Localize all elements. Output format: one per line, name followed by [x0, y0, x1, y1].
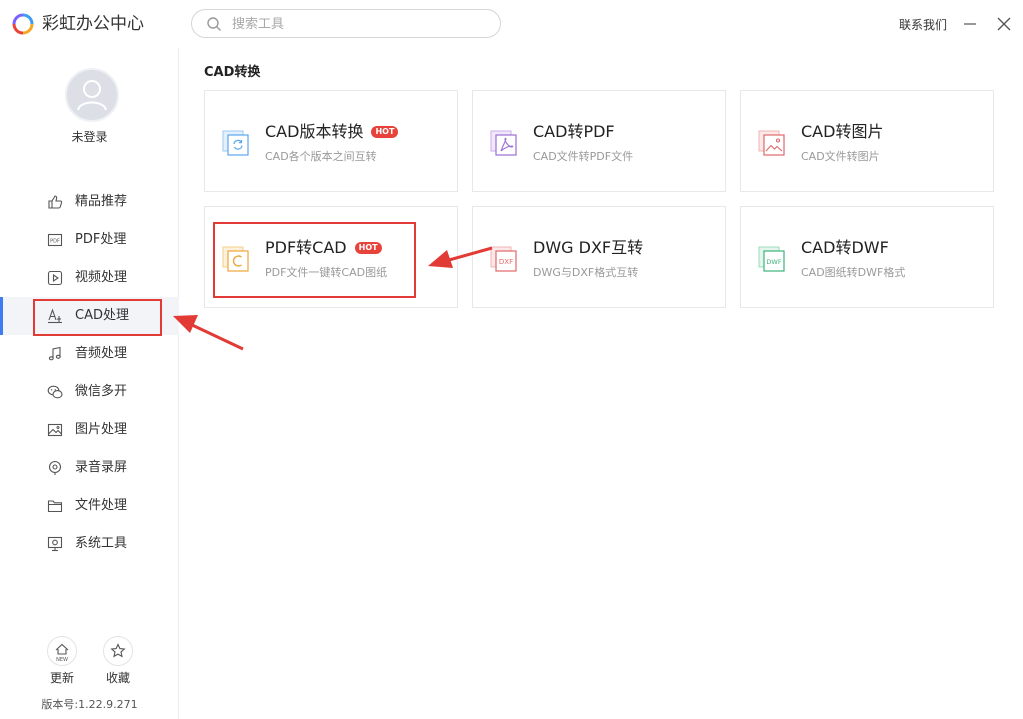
title-bar: 彩虹办公中心 联系我们	[0, 0, 1023, 48]
star-icon	[110, 643, 126, 658]
monitor-icon	[47, 536, 63, 552]
image-icon	[47, 423, 63, 437]
cad-version-convert-icon	[222, 130, 249, 156]
avatar[interactable]	[65, 68, 119, 122]
sidebar-item-file[interactable]: 文件处理	[0, 487, 179, 525]
card-desc: CAD文件转图片	[801, 150, 880, 163]
sidebar: 未登录 精品推荐 PDF PDF处理 视频处理 CAD处理 音频处理 微信多开 …	[0, 48, 179, 719]
folder-icon	[47, 500, 63, 513]
version-label: 版本号:1.22.9.271	[41, 698, 138, 711]
play-icon	[47, 270, 63, 286]
search-input[interactable]	[230, 13, 484, 36]
favorite-button[interactable]	[103, 636, 133, 666]
card-title: CAD版本转换 HOT	[265, 118, 399, 142]
card-title-text: CAD版本转换	[265, 122, 364, 141]
card-cad-version-convert[interactable]: CAD版本转换 HOT CAD各个版本之间互转	[204, 90, 458, 192]
pdf-icon: PDF	[47, 233, 63, 247]
card-desc: CAD各个版本之间互转	[265, 150, 377, 163]
sidebar-item-pdf[interactable]: PDF PDF处理	[0, 221, 179, 259]
sidebar-item-label: 精品推荐	[75, 194, 128, 209]
sidebar-item-label: 视频处理	[75, 270, 128, 285]
card-title: CAD转DWF	[801, 238, 889, 257]
card-dwg-dxf-convert[interactable]: DXF DWG DXF互转 DWG与DXF格式互转	[472, 206, 726, 308]
card-pdf-to-cad[interactable]: PDF转CAD HOT PDF文件一键转CAD图纸	[204, 206, 458, 308]
card-desc: CAD文件转PDF文件	[533, 150, 634, 163]
card-desc: DWG与DXF格式互转	[533, 266, 639, 279]
svg-text:PDF: PDF	[50, 239, 60, 245]
app-logo-icon	[12, 13, 34, 35]
sidebar-item-record[interactable]: 录音录屏	[0, 449, 179, 487]
sidebar-item-image[interactable]: 图片处理	[0, 411, 179, 449]
app-title: 彩虹办公中心	[42, 14, 144, 34]
sidebar-item-label: 系统工具	[75, 536, 128, 551]
sidebar-item-label: 录音录屏	[75, 460, 128, 475]
card-title: CAD转图片	[801, 122, 884, 141]
hot-badge: HOT	[354, 242, 382, 254]
sidebar-item-video[interactable]: 视频处理	[0, 259, 179, 297]
card-title: CAD转PDF	[533, 122, 615, 141]
card-cad-to-image[interactable]: CAD转图片 CAD文件转图片	[740, 90, 994, 192]
login-status: 未登录	[71, 130, 108, 144]
sidebar-item-label: 文件处理	[75, 498, 128, 513]
cad-to-dwf-icon: DWF	[758, 246, 785, 272]
minimize-icon[interactable]	[962, 14, 978, 34]
favorite-label: 收藏	[105, 671, 130, 685]
sidebar-item-system[interactable]: 系统工具	[0, 525, 179, 563]
card-desc: CAD图纸转DWF格式	[801, 266, 906, 279]
contact-us-link[interactable]: 联系我们	[899, 16, 947, 33]
sidebar-item-audio[interactable]: 音频处理	[0, 335, 179, 373]
card-cad-to-dwf[interactable]: DWF CAD转DWF CAD图纸转DWF格式	[740, 206, 994, 308]
hot-badge: HOT	[371, 126, 399, 138]
sidebar-item-label: PDF处理	[75, 232, 127, 247]
cad-to-image-icon	[758, 130, 785, 156]
sidebar-nav: 精品推荐 PDF PDF处理 视频处理 CAD处理 音频处理 微信多开 图片处理…	[0, 183, 179, 563]
sidebar-item-label: 微信多开	[75, 384, 128, 399]
sidebar-item-cad[interactable]: CAD处理	[0, 297, 179, 335]
music-note-icon	[48, 346, 61, 361]
card-cad-to-pdf[interactable]: CAD转PDF CAD文件转PDF文件	[472, 90, 726, 192]
sidebar-item-label: 音频处理	[75, 346, 128, 361]
search-box[interactable]	[191, 9, 501, 38]
update-label: 更新	[49, 671, 74, 685]
sidebar-item-label: CAD处理	[75, 308, 129, 323]
card-title: PDF转CAD HOT	[265, 234, 382, 258]
sidebar-item-wechat[interactable]: 微信多开	[0, 373, 179, 411]
close-icon[interactable]	[995, 15, 1013, 33]
wechat-icon	[47, 385, 63, 399]
sidebar-item-recommended[interactable]: 精品推荐	[0, 183, 179, 221]
card-title: DWG DXF互转	[533, 238, 644, 257]
dxf-icon-text: DXF	[499, 258, 513, 266]
section-title: CAD转换	[204, 65, 261, 80]
pdf-to-cad-icon	[222, 246, 249, 272]
annotation-arrow-sidebar	[173, 315, 244, 351]
dwg-dxf-icon: DXF	[490, 246, 517, 272]
update-button[interactable]: NEW	[47, 636, 77, 666]
user-icon	[77, 80, 107, 111]
record-icon	[48, 460, 62, 475]
dwf-icon-text: DWF	[766, 258, 781, 266]
cad-to-pdf-icon	[490, 130, 517, 156]
card-desc: PDF文件一键转CAD图纸	[265, 266, 388, 279]
cad-icon	[48, 308, 62, 324]
search-icon	[207, 17, 221, 31]
new-badge: NEW	[56, 657, 68, 663]
card-title-text: PDF转CAD	[265, 238, 347, 257]
sidebar-item-label: 图片处理	[75, 422, 128, 437]
thumbs-up-icon	[48, 195, 63, 209]
home-new-icon: NEW	[55, 643, 69, 663]
